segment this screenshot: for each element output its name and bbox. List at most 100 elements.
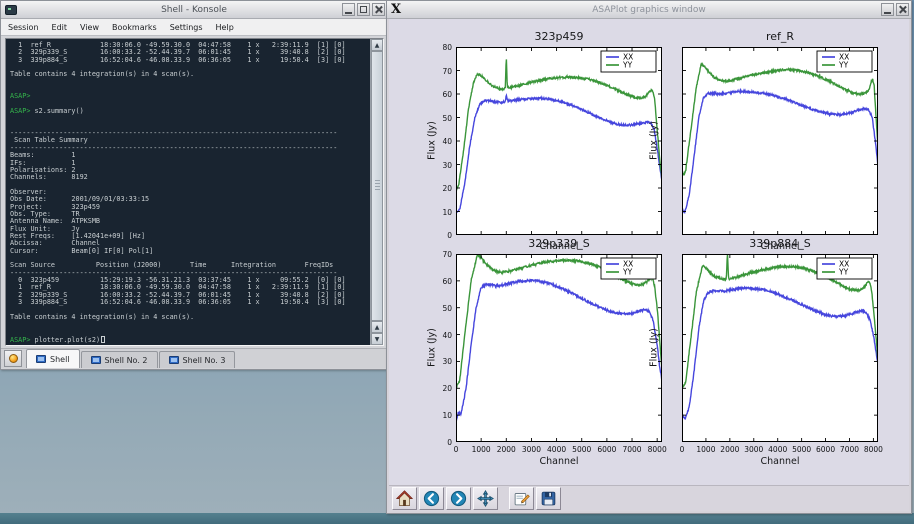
y-tick-label: 20 [434, 384, 452, 393]
y-tick-label: 40 [434, 331, 452, 340]
asaplot-window-title: ASAPlot graphics window [387, 5, 911, 15]
konsole-menubar: Session Edit View Bookmarks Settings Hel… [1, 19, 387, 36]
plot-canvas[interactable]: XXYYChannel323p459Flux (Jy)0102030405060… [389, 19, 909, 485]
tab-shell-3-label: Shell No. 3 [183, 356, 226, 365]
terminal-line: Cursor: Beam[0] IF[0] Pol[1] [10, 248, 370, 255]
close-button[interactable] [896, 3, 909, 16]
menu-session[interactable]: Session [8, 23, 39, 32]
subplot-ref_R: XXYY [682, 47, 878, 235]
plot-title: 329p339_S [456, 237, 662, 250]
terminal-line: 3 339p884_S 16:52:04.6 -46.08.33.9 06:36… [10, 299, 370, 306]
legend: XXYY [817, 258, 872, 279]
terminal-line [10, 86, 370, 93]
legend: XXYY [601, 51, 656, 72]
y-tick-label: 20 [434, 184, 452, 193]
scroll-down-icon[interactable]: ▼ [371, 333, 383, 345]
zoom-to-rect-icon [513, 490, 530, 507]
back-button[interactable] [419, 487, 444, 510]
legend: XXYY [817, 51, 872, 72]
close-icon [374, 5, 383, 14]
save-floppy-icon [540, 490, 557, 507]
forward-button[interactable] [446, 487, 471, 510]
terminal-area[interactable]: 1 ref_R 18:30:06.0 -49.59.30.0 04:47:58 … [5, 38, 384, 346]
y-tick-label: 70 [434, 250, 452, 259]
tab-shell-label: Shell [50, 355, 70, 364]
menu-settings[interactable]: Settings [170, 23, 203, 32]
shell-tab-icon [169, 356, 179, 364]
svg-text:YY: YY [838, 61, 849, 70]
subplot-329p339_S: XXYY [456, 254, 662, 442]
y-tick-label: 50 [434, 114, 452, 123]
zoom-to-rect-button[interactable] [509, 487, 534, 510]
konsole-titlebar[interactable]: Shell - Konsole [1, 1, 387, 19]
y-tick-label: 30 [434, 357, 452, 366]
terminal-line [10, 115, 370, 122]
subplot-339p884_S: XXYY [682, 254, 878, 442]
y-tick-label: 70 [434, 67, 452, 76]
minimize-button[interactable] [342, 3, 355, 16]
terminal-cursor [101, 336, 105, 343]
y-tick-label: 80 [434, 43, 452, 52]
menu-edit[interactable]: Edit [52, 23, 68, 32]
terminal-line: ASAP> [10, 93, 370, 100]
maximize-button[interactable] [357, 3, 370, 16]
tab-shell[interactable]: Shell [26, 349, 80, 368]
menu-bookmarks[interactable]: Bookmarks [112, 23, 157, 32]
x-axis-label: Channel [456, 456, 662, 467]
tab-shell-2-label: Shell No. 2 [105, 356, 148, 365]
menu-view[interactable]: View [80, 23, 99, 32]
terminal-line [10, 321, 370, 328]
screen: Shell - Konsole Session Edit View Bookma… [0, 0, 914, 524]
new-session-icon [9, 354, 18, 363]
tab-shell-3[interactable]: Shell No. 3 [159, 351, 236, 368]
subplot-323p459: XXYY [456, 47, 662, 235]
home-icon [396, 490, 413, 507]
terminal-line: Channels: 8192 [10, 174, 370, 181]
terminal-scrollbar[interactable]: ▲ ▲ ▼ [370, 39, 383, 345]
scroll-up2-icon[interactable]: ▲ [371, 321, 383, 333]
close-icon [898, 5, 907, 14]
terminal-output[interactable]: 1 ref_R 18:30:06.0 -49.59.30.0 04:47:58 … [6, 39, 370, 345]
minimize-button[interactable] [881, 3, 894, 16]
plot-title: ref_R [682, 30, 878, 43]
scroll-up-icon[interactable]: ▲ [371, 39, 383, 51]
y-tick-label: 60 [434, 277, 452, 286]
pan-button[interactable] [473, 487, 498, 510]
terminal-line: 3 339p884_S 16:52:04.6 -46.08.33.9 06:36… [10, 57, 370, 64]
svg-text:YY: YY [838, 268, 849, 277]
close-button[interactable] [372, 3, 385, 16]
scrollbar-thumb[interactable] [371, 51, 383, 321]
y-axis-label: Flux (Jy) [427, 303, 438, 393]
axes-background [456, 47, 662, 235]
y-axis-label: Flux (Jy) [649, 96, 660, 186]
tab-shell-2[interactable]: Shell No. 2 [81, 351, 158, 368]
maximize-icon [360, 6, 367, 13]
plot-title: 339p884_S [682, 237, 878, 250]
svg-text:YY: YY [622, 61, 633, 70]
desktop-bottom-strip [0, 513, 914, 524]
y-tick-label: 30 [434, 161, 452, 170]
forward-arrow-icon [450, 490, 467, 507]
terminal-line [10, 79, 370, 86]
asap-prompt: ASAP> [10, 336, 30, 344]
matplotlib-toolbar [389, 485, 909, 511]
y-tick-label: 60 [434, 90, 452, 99]
minimize-icon [345, 12, 352, 14]
terminal-line: ASAP> s2.summary() [10, 108, 370, 115]
asaplot-titlebar[interactable]: X ASAPlot graphics window [387, 1, 911, 19]
y-tick-label: 50 [434, 304, 452, 313]
menu-help[interactable]: Help [216, 23, 234, 32]
y-tick-label: 10 [434, 411, 452, 420]
save-button[interactable] [536, 487, 561, 510]
legend: XXYY [601, 258, 656, 279]
x-axis-label: Channel [682, 456, 878, 467]
shell-tab-icon [36, 355, 46, 363]
asaplot-window: X ASAPlot graphics window XXYYChannel323… [386, 0, 912, 514]
konsole-window-title: Shell - Konsole [1, 5, 387, 15]
back-arrow-icon [423, 490, 440, 507]
new-session-button[interactable] [4, 350, 22, 367]
home-button[interactable] [392, 487, 417, 510]
y-axis-label: Flux (Jy) [649, 303, 660, 393]
terminal-line: Table contains 4 integration(s) in 4 sca… [10, 314, 370, 321]
terminal-line: Table contains 4 integration(s) in 4 sca… [10, 71, 370, 78]
